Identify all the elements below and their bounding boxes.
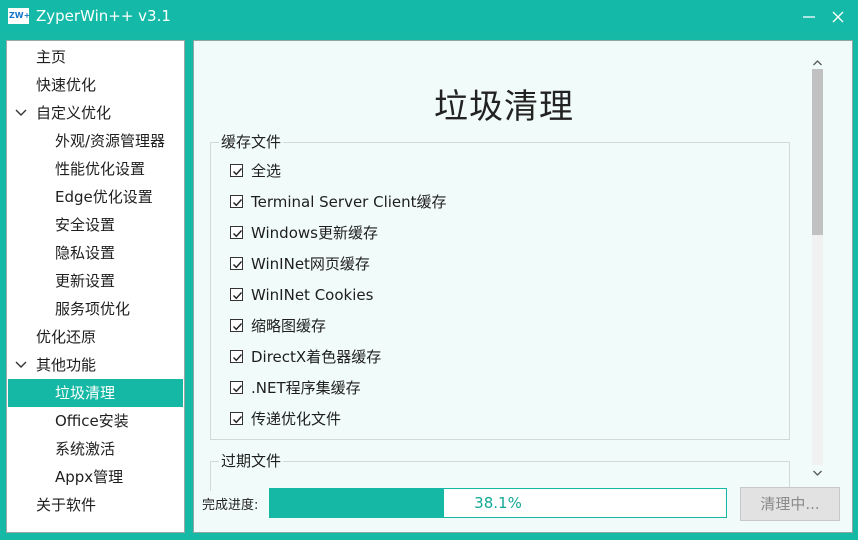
sidebar-item[interactable]: 优化还原 — [8, 323, 183, 351]
scroll-thumb[interactable] — [812, 69, 823, 236]
cache-files-group: 缓存文件 全选 Terminal Server Client缓存 Windows更新… — [210, 131, 790, 440]
sidebar-item-label: 系统激活 — [55, 440, 116, 458]
minimize-button[interactable] — [794, 0, 824, 34]
checkbox-icon[interactable] — [230, 226, 243, 239]
progress-label: 完成进度: — [202, 498, 259, 513]
sidebar-nav: 主页快速优化自定义优化外观/资源管理器 性能优化设置 Edge优化设置 安全设置隐私设… — [6, 40, 185, 533]
close-icon — [832, 11, 844, 23]
checkbox-icon[interactable] — [230, 381, 243, 394]
clean-button[interactable]: 清理中... — [740, 487, 840, 521]
scroll-track[interactable] — [812, 69, 823, 465]
checkbox-icon[interactable] — [230, 350, 243, 363]
cache-option-label: Windows更新缓存 — [251, 224, 378, 242]
sidebar-item-label: Edge优化设置 — [55, 188, 153, 206]
cache-option-label: Terminal Server Client缓存 — [251, 193, 447, 211]
scroll-down-button[interactable] — [809, 465, 826, 479]
sidebar-item[interactable]: Office安装 — [8, 407, 183, 435]
checkbox-icon[interactable] — [230, 195, 243, 208]
checkbox-icon[interactable] — [230, 288, 243, 301]
sidebar-item-label: 其他功能 — [36, 356, 97, 374]
sidebar-item-label: Appx管理 — [55, 468, 124, 486]
cache-option-label: WinINet网页缓存 — [251, 255, 370, 273]
sidebar-item-label: 安全设置 — [55, 216, 116, 234]
sidebar-item-label: 外观/资源管理器 — [55, 132, 166, 150]
sidebar-item[interactable]: 安全设置 — [8, 211, 183, 239]
sidebar-item[interactable]: 自定义优化 — [8, 99, 183, 127]
progress-bar: 38.1% — [269, 488, 727, 518]
sidebar-item[interactable]: 系统激活 — [8, 435, 183, 463]
title-bar: ZW+ ZyperWin++ v3.1 — [0, 0, 858, 34]
chevron-down-icon[interactable] — [14, 351, 28, 379]
cache-option-label: DirectX着色器缓存 — [251, 348, 382, 366]
checkbox-icon[interactable] — [230, 257, 243, 270]
sidebar-item-label: 性能优化设置 — [55, 160, 146, 178]
cache-option-label: 缩略图缓存 — [251, 317, 327, 335]
cache-option-label: WinINet Cookies — [251, 286, 374, 304]
window-title: ZyperWin++ v3.1 — [36, 7, 171, 25]
sidebar-item-label: 快速优化 — [36, 76, 97, 94]
page-title: 垃圾清理 — [434, 87, 574, 127]
scroll-up-button[interactable] — [809, 55, 826, 69]
cache-files-group-title: 缓存文件 — [219, 131, 284, 152]
sidebar-item[interactable]: 外观/资源管理器 — [8, 127, 183, 155]
sidebar-item[interactable]: 其他功能 — [8, 351, 183, 379]
sidebar-item[interactable]: 更新设置 — [8, 267, 183, 295]
expired-files-group: 过期文件 — [210, 450, 790, 491]
sidebar-item-label: 服务项优化 — [55, 300, 131, 318]
close-button[interactable] — [823, 0, 853, 34]
checkbox-icon[interactable] — [230, 319, 243, 332]
main-panel: 垃圾清理 缓存文件 全选 Terminal Server Client缓存 Wind… — [193, 40, 853, 533]
cache-option-label: .NET程序集缓存 — [251, 379, 361, 397]
sidebar-item[interactable]: Appx管理 — [8, 463, 183, 491]
sidebar-item[interactable]: 服务项优化 — [8, 295, 183, 323]
minimize-icon — [803, 16, 815, 18]
chevron-down-icon[interactable] — [14, 99, 28, 127]
sidebar-item-label: 隐私设置 — [55, 244, 116, 262]
sidebar-item[interactable]: 快速优化 — [8, 71, 183, 99]
sidebar-item[interactable]: 垃圾清理 — [8, 379, 183, 407]
sidebar-item[interactable]: Edge优化设置 — [8, 183, 183, 211]
checkbox-icon[interactable] — [230, 164, 243, 177]
progress-text: 38.1% — [474, 494, 522, 512]
sidebar-item[interactable]: 隐私设置 — [8, 239, 183, 267]
expired-files-group-title: 过期文件 — [219, 450, 284, 471]
app-icon: ZW+ — [8, 8, 30, 24]
chevron-down-icon — [813, 470, 822, 476]
sidebar-item-label: 主页 — [36, 48, 67, 66]
checkbox-icon[interactable] — [230, 412, 243, 425]
sidebar-item-label: 优化还原 — [36, 328, 97, 346]
vertical-scrollbar[interactable] — [809, 55, 826, 479]
sidebar-item[interactable]: 性能优化设置 — [8, 155, 183, 183]
sidebar-item[interactable]: 主页 — [8, 43, 183, 71]
cache-option-label: 全选 — [251, 162, 282, 180]
sidebar-item-label: Office安装 — [55, 412, 129, 430]
chevron-up-icon — [813, 60, 822, 66]
sidebar-item-label: 自定义优化 — [36, 104, 112, 122]
sidebar-item-label: 关于软件 — [36, 496, 97, 514]
sidebar-item-label: 更新设置 — [55, 272, 116, 290]
sidebar-item[interactable]: 关于软件 — [8, 491, 183, 519]
sidebar-item-label: 垃圾清理 — [55, 384, 116, 402]
cache-option-label: 传递优化文件 — [251, 410, 342, 428]
